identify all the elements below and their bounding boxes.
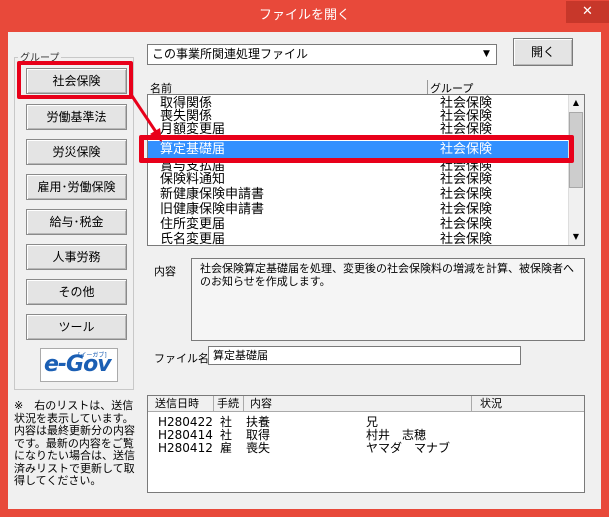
- list-item-group: 社会保険: [440, 202, 493, 217]
- list-item[interactable]: 新健康保険申請書 社会保険: [148, 188, 568, 201]
- list-item-name: 保険料通知: [160, 172, 226, 187]
- highlight-box-group: [17, 61, 133, 99]
- chevron-down-icon[interactable]: ▼: [478, 46, 495, 63]
- history-kind: 喪失: [246, 441, 271, 455]
- group-button-payroll-tax[interactable]: 給与･税金: [26, 209, 127, 235]
- column-divider: [471, 396, 472, 411]
- list-item-group: 社会保険: [440, 232, 493, 246]
- filename-label: ファイル名: [154, 352, 209, 365]
- list-item[interactable]: 住所変更届 社会保険: [148, 218, 568, 231]
- history-col-procedure[interactable]: 手続: [217, 396, 239, 411]
- close-button[interactable]: ✕: [566, 1, 609, 23]
- history-col-status[interactable]: 状況: [480, 396, 502, 411]
- highlight-box-selected-file: [139, 135, 574, 163]
- group-button-tools[interactable]: ツール: [26, 314, 127, 340]
- open-button[interactable]: 開く: [513, 38, 573, 66]
- description-label: 内容: [154, 265, 176, 278]
- history-col-date[interactable]: 送信日時: [155, 396, 199, 411]
- window-border-left: [0, 32, 8, 517]
- group-button-other[interactable]: その他: [26, 279, 127, 305]
- window-title: ファイルを開く: [258, 8, 350, 23]
- list-item-name: 新健康保険申請書: [160, 187, 265, 202]
- history-content: ヤマダ マナブ: [366, 441, 451, 455]
- group-button-employment-insurance[interactable]: 雇用･労働保険: [26, 174, 127, 200]
- list-item-group: 社会保険: [440, 217, 493, 232]
- description-text: 社会保険算定基礎届を処理、変更後の社会保険料の増減を計算、被保険者へのお知らせを…: [200, 262, 574, 288]
- column-divider: [243, 396, 244, 411]
- history-proc: 雇: [220, 441, 233, 455]
- filename-value: 算定基礎届: [213, 349, 268, 362]
- scroll-down-icon[interactable]: ▼: [569, 230, 583, 244]
- history-col-content[interactable]: 内容: [250, 396, 272, 411]
- column-divider: [213, 396, 214, 411]
- list-item[interactable]: 保険料通知 社会保険: [148, 173, 568, 186]
- list-item-group: 社会保険: [440, 187, 493, 202]
- column-divider[interactable]: [427, 80, 428, 94]
- table-row[interactable]: H280412 雇 喪失 ヤマダ マナブ: [158, 442, 578, 455]
- list-item-name: 住所変更届: [160, 217, 226, 232]
- scroll-up-icon[interactable]: ▲: [569, 96, 583, 110]
- group-button-workers-comp[interactable]: 労災保険: [26, 139, 127, 165]
- history-date: H280412: [158, 441, 213, 455]
- notes-text: ※ 右のリストは、送信状況を表示しています。 内容は最終更新分の内容です。最新の…: [14, 399, 135, 487]
- group-button-labor-standards[interactable]: 労働基準法: [26, 104, 127, 130]
- group-button-hr[interactable]: 人事労務: [26, 244, 127, 270]
- file-list[interactable]: 取得関係 社会保険 喪失関係 社会保険 月額変更届 社会保険 賞与支払届 社会保険 算定…: [147, 94, 585, 246]
- window-border-right: [601, 32, 609, 517]
- list-item[interactable]: 旧健康保険申請書 社会保険: [148, 203, 568, 216]
- list-item-group: 社会保険: [440, 172, 493, 187]
- list-item-name: 氏名変更届: [160, 232, 226, 246]
- file-filter-value: この事業所関連処理ファイル: [152, 47, 309, 61]
- list-item[interactable]: 氏名変更届 社会保険: [148, 232, 568, 246]
- window-border-bottom: [0, 509, 609, 517]
- egov-logo-subtext: [イーガブ]: [78, 352, 107, 359]
- list-item-name: 旧健康保険申請書: [160, 202, 265, 217]
